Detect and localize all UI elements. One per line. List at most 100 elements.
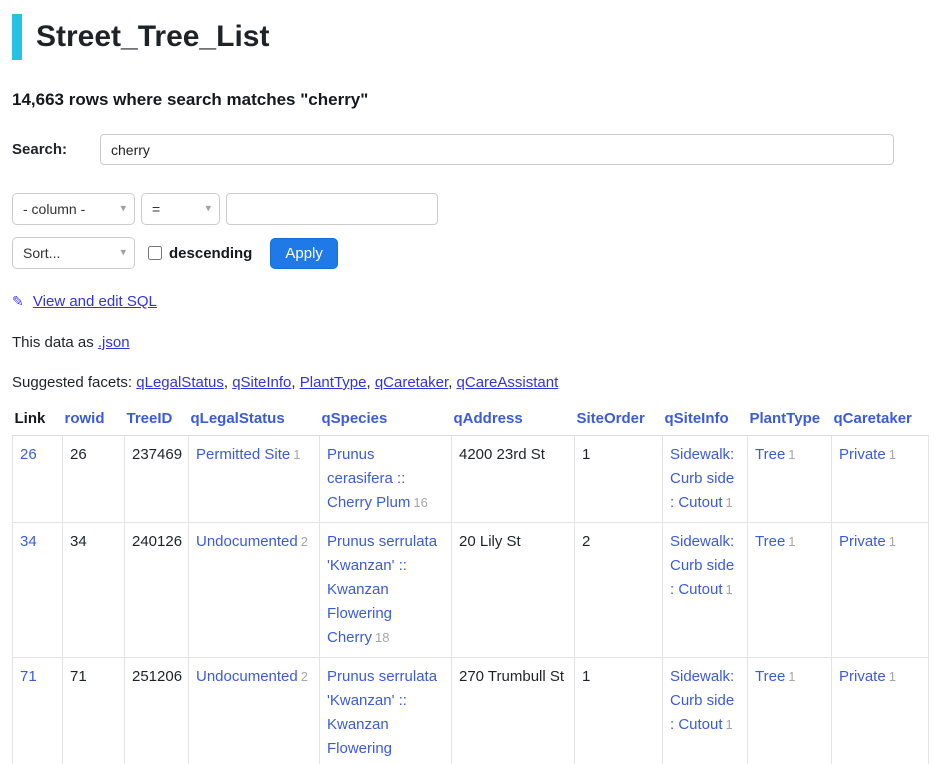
caretaker-cell-count: 1 (889, 669, 896, 684)
descending-checkbox[interactable] (148, 246, 162, 260)
rowid-cell: 26 (63, 436, 125, 523)
plant-type-cell-count: 1 (788, 669, 795, 684)
page-header: Street_Tree_List (12, 14, 928, 60)
apply-button[interactable]: Apply (270, 238, 338, 269)
site-info-cell-count: 1 (726, 717, 733, 732)
link-cell-link[interactable]: 34 (20, 533, 37, 550)
link-cell: 71 (13, 658, 63, 764)
column-sort-link-rowid[interactable]: rowid (65, 410, 105, 427)
table-row: 7171251206Undocumented2Prunus serrulata … (13, 658, 929, 764)
legal-status-cell: Undocumented2 (189, 658, 320, 764)
filter-form: Search: - column - ▾ = ▾ Sort... (12, 134, 928, 269)
link-cell-link[interactable]: 26 (20, 446, 37, 463)
plant-type-cell-link[interactable]: Tree (755, 668, 785, 685)
legal-status-cell-count: 2 (301, 534, 308, 549)
table-body: 2626237469Permitted Site1Prunus cerasife… (13, 436, 929, 764)
treeid-cell: 237469 (125, 436, 189, 523)
sort-row: Sort... ▾ descending Apply (12, 237, 928, 269)
rowid-cell: 34 (63, 523, 125, 658)
species-cell: Prunus serrulata 'Kwanzan' :: Kwanzan Fl… (320, 523, 452, 658)
link-cell: 34 (13, 523, 63, 658)
legal-status-cell-link[interactable]: Undocumented (196, 668, 298, 685)
facet-link-qLegalStatus[interactable]: qLegalStatus (136, 374, 224, 391)
caretaker-cell: Private1 (832, 436, 929, 523)
plant-type-cell: Tree1 (748, 436, 832, 523)
address-cell: 270 Trumbull St (452, 658, 575, 764)
facet-link-qSiteInfo[interactable]: qSiteInfo (232, 374, 291, 391)
caretaker-cell-link[interactable]: Private (839, 533, 886, 550)
facets-prefix: Suggested facets: (12, 374, 132, 391)
caretaker-cell-count: 1 (889, 534, 896, 549)
site-order-cell: 1 (575, 658, 663, 764)
column-sort-link-qAddress[interactable]: qAddress (454, 410, 523, 427)
column-sort-link-qCaretaker[interactable]: qCaretaker (834, 410, 912, 427)
site-info-cell-count: 1 (726, 582, 733, 597)
address-cell: 20 Lily St (452, 523, 575, 658)
link-cell-link[interactable]: 71 (20, 668, 37, 685)
facet-link-qCareAssistant[interactable]: qCareAssistant (457, 374, 559, 391)
legal-status-cell-count: 2 (301, 669, 308, 684)
operator-select[interactable]: = (141, 193, 220, 225)
page-title: Street_Tree_List (36, 20, 269, 54)
site-info-cell: Sidewalk: Curb side : Cutout1 (663, 523, 748, 658)
caretaker-cell: Private1 (832, 523, 929, 658)
plant-type-cell: Tree1 (748, 523, 832, 658)
plant-type-cell-count: 1 (788, 447, 795, 462)
facet-link-qCaretaker[interactable]: qCaretaker (375, 374, 448, 391)
accent-bar (12, 14, 22, 60)
site-info-cell-link[interactable]: Sidewalk: Curb side : Cutout (670, 668, 734, 733)
caretaker-cell-link[interactable]: Private (839, 668, 886, 685)
column-header-rowid: rowid (63, 406, 125, 436)
table-header-row: LinkrowidTreeIDqLegalStatusqSpeciesqAddr… (13, 406, 929, 436)
legal-status-cell-link[interactable]: Undocumented (196, 533, 298, 550)
plant-type-cell-link[interactable]: Tree (755, 446, 785, 463)
column-header-qLegalStatus: qLegalStatus (189, 406, 320, 436)
filter-value-input[interactable] (226, 193, 438, 225)
json-export-link[interactable]: .json (98, 334, 130, 351)
legal-status-cell-count: 1 (293, 447, 300, 462)
column-sort-link-SiteOrder[interactable]: SiteOrder (577, 410, 645, 427)
treeid-cell: 240126 (125, 523, 189, 658)
column-sort-link-TreeID[interactable]: TreeID (127, 410, 173, 427)
column-header-qCaretaker: qCaretaker (832, 406, 929, 436)
species-cell: Prunus cerasifera :: Cherry Plum16 (320, 436, 452, 523)
site-info-cell: Sidewalk: Curb side : Cutout1 (663, 658, 748, 764)
species-cell-count: 18 (375, 630, 389, 645)
caretaker-cell-link[interactable]: Private (839, 446, 886, 463)
plant-type-cell: Tree1 (748, 658, 832, 764)
column-sort-link-PlantType[interactable]: PlantType (750, 410, 821, 427)
search-input[interactable] (100, 134, 894, 165)
sql-line: ✎ View and edit SQL (12, 293, 928, 310)
caretaker-cell-count: 1 (889, 447, 896, 462)
site-order-cell: 1 (575, 436, 663, 523)
column-header-PlantType: PlantType (748, 406, 832, 436)
legal-status-cell: Permitted Site1 (189, 436, 320, 523)
link-cell: 26 (13, 436, 63, 523)
legal-status-cell-link[interactable]: Permitted Site (196, 446, 290, 463)
column-sort-link-qLegalStatus[interactable]: qLegalStatus (191, 410, 285, 427)
site-info-cell: Sidewalk: Curb side : Cutout1 (663, 436, 748, 523)
view-edit-sql-link[interactable]: View and edit SQL (33, 293, 157, 310)
descending-label: descending (169, 245, 252, 262)
column-select[interactable]: - column - (12, 193, 135, 225)
species-cell-link[interactable]: Prunus serrulata 'Kwanzan' :: Kwanzan Fl… (327, 668, 437, 764)
facet-link-PlantType[interactable]: PlantType (300, 374, 367, 391)
search-row: Search: (12, 134, 928, 165)
rowid-cell: 71 (63, 658, 125, 764)
site-order-cell: 2 (575, 523, 663, 658)
site-info-cell-link[interactable]: Sidewalk: Curb side : Cutout (670, 446, 734, 511)
column-sort-link-qSiteInfo[interactable]: qSiteInfo (665, 410, 729, 427)
filter-row: - column - ▾ = ▾ (12, 193, 928, 225)
suggested-facets: Suggested facets: qLegalStatus, qSiteInf… (12, 374, 928, 391)
search-label: Search: (12, 141, 100, 158)
site-info-cell-link[interactable]: Sidewalk: Curb side : Cutout (670, 533, 734, 598)
species-cell-link[interactable]: Prunus cerasifera :: Cherry Plum (327, 446, 410, 511)
export-line: This data as .json (12, 334, 928, 351)
sort-select[interactable]: Sort... (12, 237, 135, 269)
plant-type-cell-link[interactable]: Tree (755, 533, 785, 550)
site-info-cell-count: 1 (726, 495, 733, 510)
caretaker-cell: Private1 (832, 658, 929, 764)
plant-type-cell-count: 1 (788, 534, 795, 549)
column-sort-link-qSpecies[interactable]: qSpecies (322, 410, 388, 427)
export-prefix: This data as (12, 334, 94, 351)
